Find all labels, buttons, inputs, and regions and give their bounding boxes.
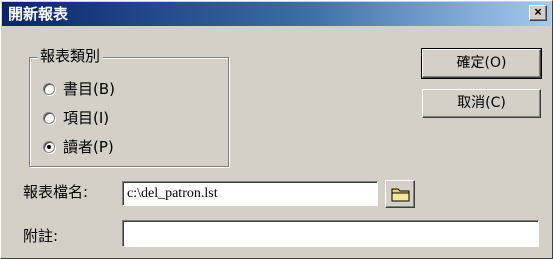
close-icon: × [534,5,542,20]
ok-button[interactable]: 確定(O) [421,48,542,79]
filename-input[interactable] [122,181,378,206]
radio-button-patron[interactable] [43,141,55,153]
radio-label-bibliographic: 書目(B) [63,80,115,98]
new-report-dialog: 開新報表 × 報表類別 書目(B) 項目(I) 讀者(P) 確定(O) 取消(C… [0,0,553,259]
close-button[interactable]: × [529,5,547,21]
dialog-title: 開新報表 [8,5,69,23]
radio-label-patron: 讀者(P) [63,138,114,156]
note-label: 附註: [23,227,59,245]
note-input[interactable] [122,220,539,247]
folder-icon [391,188,410,202]
radio-label-item: 項目(I) [63,109,110,127]
title-bar[interactable]: 開新報表 × [2,2,551,26]
filename-label: 報表檔名: [23,183,89,201]
radio-button-bibliographic[interactable] [43,83,55,95]
radio-option-patron[interactable]: 讀者(P) [43,137,114,157]
radio-option-bibliographic[interactable]: 書目(B) [43,79,115,99]
radio-button-item[interactable] [43,112,55,124]
report-type-group-label: 報表類別 [37,47,104,65]
cancel-button[interactable]: 取消(C) [422,89,541,118]
radio-option-item[interactable]: 項目(I) [43,108,109,128]
browse-button[interactable] [385,180,415,208]
